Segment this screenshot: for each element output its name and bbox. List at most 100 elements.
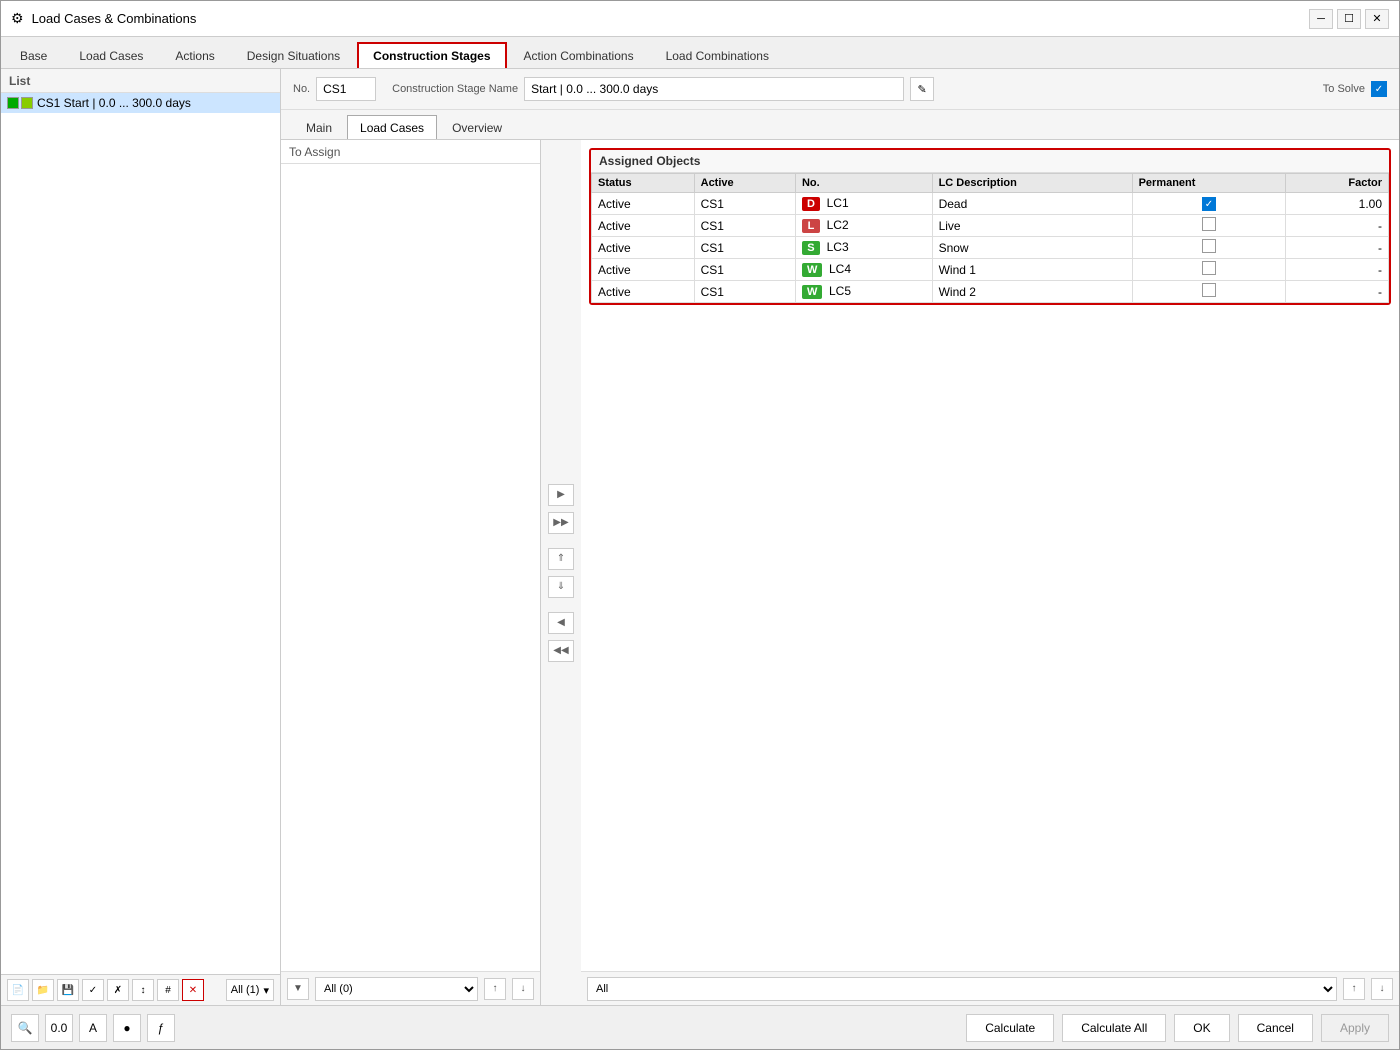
no-label: No. (293, 83, 310, 95)
check-icon[interactable]: ✓ (82, 979, 104, 1001)
save-icon[interactable]: 💾 (57, 979, 79, 1001)
cell-permanent: ✓ (1132, 193, 1286, 215)
cell-factor: - (1286, 281, 1389, 303)
tab-load-combinations[interactable]: Load Combinations (651, 42, 784, 68)
tab-design-situations[interactable]: Design Situations (232, 42, 355, 68)
assigned-sort-asc-icon[interactable]: ↑ (1343, 978, 1365, 1000)
permanent-checkbox[interactable] (1202, 239, 1216, 253)
cell-factor: - (1286, 259, 1389, 281)
assigned-objects-header: Assigned Objects (591, 150, 1389, 173)
table-row: Active CS1 W LC5 Wind 2 - (592, 281, 1389, 303)
cell-permanent (1132, 281, 1286, 303)
col-no: No. (795, 174, 932, 193)
toolbar-icons: 📄 📁 💾 ✓ ✗ ↕ # ✕ (7, 979, 204, 1001)
tab-action-combinations[interactable]: Action Combinations (509, 42, 649, 68)
cell-status: Active (592, 281, 695, 303)
cross-icon[interactable]: ✗ (107, 979, 129, 1001)
inner-tab-load-cases[interactable]: Load Cases (347, 115, 437, 139)
inner-tab-main[interactable]: Main (293, 115, 345, 139)
to-solve-checkbox[interactable]: ✓ (1371, 81, 1387, 97)
form-group-no: No. (293, 77, 376, 101)
back-all-button[interactable]: ◀◀ (548, 640, 574, 662)
assigned-panel: Assigned Objects Status Active No. LC De… (581, 140, 1399, 1005)
main-content: List CS1 Start | 0.0 ... 300.0 days 📄 📁 … (1, 69, 1399, 1005)
apply-button[interactable]: Apply (1321, 1014, 1389, 1042)
cell-badge: W LC4 (795, 259, 932, 281)
forward-all-button[interactable]: ▶▶ (548, 512, 574, 534)
inner-tab-bar: Main Load Cases Overview (281, 110, 1399, 140)
bottom-left-icons: 🔍 0.0 A ● ƒ (11, 1014, 175, 1042)
col-status: Status (592, 174, 695, 193)
col-factor: Factor (1286, 174, 1389, 193)
list-item[interactable]: CS1 Start | 0.0 ... 300.0 days (1, 93, 280, 113)
lc-badge: L (802, 219, 820, 233)
sort-icon[interactable]: ↕ (132, 979, 154, 1001)
number-icon[interactable]: # (157, 979, 179, 1001)
lc-badge: W (802, 263, 822, 277)
open-icon[interactable]: 📁 (32, 979, 54, 1001)
window-icon: ⚙ (11, 10, 24, 27)
cell-status: Active (592, 259, 695, 281)
cancel-button[interactable]: Cancel (1238, 1014, 1313, 1042)
cell-factor: - (1286, 215, 1389, 237)
right-panel: No. Construction Stage Name ✎ To Solve ✓… (281, 69, 1399, 1005)
to-assign-filter-select[interactable]: All (0) (315, 977, 478, 1001)
calculate-button[interactable]: Calculate (966, 1014, 1054, 1042)
col-lc-desc: LC Description (932, 174, 1132, 193)
numeric-icon[interactable]: 0.0 (45, 1014, 73, 1042)
cell-active: CS1 (694, 193, 795, 215)
calculate-all-button[interactable]: Calculate All (1062, 1014, 1166, 1042)
objects-table: Status Active No. LC Description Permane… (591, 173, 1389, 303)
left-panel: List CS1 Start | 0.0 ... 300.0 days 📄 📁 … (1, 69, 281, 1005)
ok-button[interactable]: OK (1174, 1014, 1229, 1042)
move-up-button[interactable]: ⇑ (548, 548, 574, 570)
form-row: No. Construction Stage Name ✎ To Solve ✓ (281, 69, 1399, 110)
no-input[interactable] (316, 77, 376, 101)
sort-asc-icon[interactable]: ↑ (484, 978, 506, 1000)
cell-badge: S LC3 (795, 237, 932, 259)
inner-tab-overview[interactable]: Overview (439, 115, 515, 139)
assigned-filter-select[interactable]: All (587, 977, 1337, 1001)
bottom-bar: 🔍 0.0 A ● ƒ Calculate Calculate All OK C… (1, 1005, 1399, 1049)
move-down-button[interactable]: ⇓ (548, 576, 574, 598)
permanent-checkbox[interactable]: ✓ (1202, 197, 1216, 211)
tab-base[interactable]: Base (5, 42, 62, 68)
edit-button[interactable]: ✎ (910, 77, 934, 101)
content-panels: To Assign ▼ All (0) ↑ ↓ ▶ ▶▶ ⇑ (281, 140, 1399, 1005)
title-controls: ─ ☐ ✕ (1309, 9, 1389, 29)
cell-active: CS1 (694, 237, 795, 259)
sort-desc-icon[interactable]: ↓ (512, 978, 534, 1000)
tab-actions[interactable]: Actions (160, 42, 229, 68)
new-icon[interactable]: 📄 (7, 979, 29, 1001)
main-tab-bar: Base Load Cases Actions Design Situation… (1, 37, 1399, 69)
filter-icon[interactable]: ▼ (287, 978, 309, 1000)
cell-description: Dead (932, 193, 1132, 215)
col-permanent: Permanent (1132, 174, 1286, 193)
assigned-sort-desc-icon[interactable]: ↓ (1371, 978, 1393, 1000)
minimize-button[interactable]: ─ (1309, 9, 1333, 29)
permanent-checkbox[interactable] (1202, 261, 1216, 275)
cell-permanent (1132, 259, 1286, 281)
list-item-label: CS1 Start | 0.0 ... 300.0 days (37, 96, 191, 110)
tab-load-cases[interactable]: Load Cases (64, 42, 158, 68)
forward-button[interactable]: ▶ (548, 484, 574, 506)
maximize-button[interactable]: ☐ (1337, 9, 1361, 29)
cell-factor: - (1286, 237, 1389, 259)
func-icon[interactable]: ƒ (147, 1014, 175, 1042)
permanent-checkbox[interactable] (1202, 283, 1216, 297)
cell-badge: L LC2 (795, 215, 932, 237)
title-bar-left: ⚙ Load Cases & Combinations (11, 10, 196, 27)
close-button[interactable]: ✕ (1365, 9, 1389, 29)
tab-construction-stages[interactable]: Construction Stages (357, 42, 506, 68)
name-input[interactable] (524, 77, 904, 101)
back-button[interactable]: ◀ (548, 612, 574, 634)
dot-icon[interactable]: ● (113, 1014, 141, 1042)
to-assign-header: To Assign (281, 140, 540, 164)
text-icon[interactable]: A (79, 1014, 107, 1042)
search-icon[interactable]: 🔍 (11, 1014, 39, 1042)
list-filter-dropdown[interactable]: All (1) ▾ (226, 979, 274, 1001)
delete-icon[interactable]: ✕ (182, 979, 204, 1001)
permanent-checkbox[interactable] (1202, 217, 1216, 231)
cell-badge: W LC5 (795, 281, 932, 303)
cell-active: CS1 (694, 259, 795, 281)
